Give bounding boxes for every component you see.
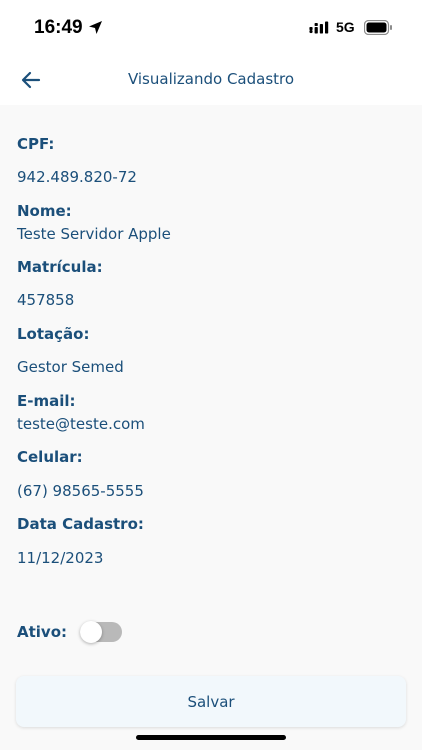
page-title: Visualizando Cadastro [127,70,295,88]
matricula-label: Matrícula: [17,258,103,276]
status-bar: 16:49 5G [0,0,422,56]
network-label: 5G [336,19,355,35]
nome-label: Nome: [17,202,72,220]
celular-label: Celular: [17,448,83,466]
ativo-label: Ativo: [17,623,68,641]
data-cadastro-value: 11/12/2023 [17,549,104,567]
cpf-value: 942.489.820-72 [17,168,137,186]
app-header: Visualizando Cadastro [0,56,422,105]
lotacao-value: Gestor Semed [17,358,124,376]
status-time: 16:49 [34,17,83,38]
save-button[interactable]: Salvar [16,676,406,727]
battery-icon [364,20,392,35]
lotacao-label: Lotação: [17,325,90,343]
home-indicator [136,735,286,740]
matricula-value: 457858 [17,291,75,309]
toggle-knob [80,621,102,643]
nome-value: Teste Servidor Apple [17,225,171,243]
ativo-toggle[interactable] [80,621,122,643]
email-value: teste@teste.com [17,415,145,433]
celular-value: (67) 98565-5555 [17,482,144,500]
email-label: E-mail: [17,392,76,410]
location-arrow-icon [89,21,102,34]
data-cadastro-label: Data Cadastro: [17,515,144,533]
cpf-label: CPF: [17,135,55,153]
signal-icon [309,21,329,34]
